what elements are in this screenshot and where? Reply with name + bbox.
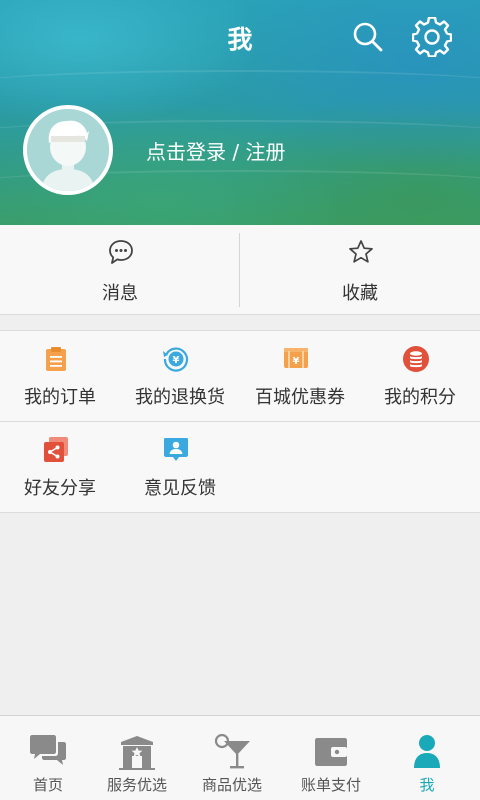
tab-home[interactable]: 首页 xyxy=(0,716,96,800)
refund-icon: ¥ xyxy=(163,347,189,372)
grid-item-share[interactable]: 好友分享 xyxy=(0,422,120,512)
grid-item-label: 我的积分 xyxy=(384,387,456,408)
settings-button[interactable] xyxy=(410,15,454,59)
tab-label: 我 xyxy=(419,776,435,794)
tab-label: 首页 xyxy=(32,776,63,794)
grid-item-label: 好友分享 xyxy=(24,478,96,499)
star-icon xyxy=(349,240,373,263)
grid-item-label: 我的订单 xyxy=(24,387,96,408)
grid-item-my-orders[interactable]: 我的订单 xyxy=(0,331,120,421)
bottom-navigation: 首页 服务优选 商品优选 账单支付 我 xyxy=(0,715,480,800)
store-icon xyxy=(119,736,155,770)
tab-label: 账单支付 xyxy=(300,776,361,794)
grid-item-label: 我的退换货 xyxy=(135,387,225,408)
favorites-button[interactable]: 收藏 xyxy=(240,225,480,315)
tab-label: 商品优选 xyxy=(201,776,262,794)
tab-products[interactable]: 商品优选 xyxy=(184,716,280,800)
wallet-icon xyxy=(315,738,347,766)
tab-service[interactable]: 服务优选 xyxy=(89,716,185,800)
chat-bubble-icon xyxy=(109,240,133,264)
svg-text:¥: ¥ xyxy=(293,356,300,367)
messages-button[interactable]: 消息 xyxy=(0,225,240,315)
grid-item-my-points[interactable]: 我的积分 xyxy=(360,331,480,421)
grid-item-my-returns[interactable]: ¥ 我的退换货 xyxy=(120,331,240,421)
clipboard-icon xyxy=(46,347,66,371)
tab-me[interactable]: 我 xyxy=(379,716,475,800)
gear-icon xyxy=(412,17,452,57)
messages-label: 消息 xyxy=(102,283,138,304)
coins-icon xyxy=(403,346,429,372)
function-grid: 我的订单 ¥ 我的退换货 ¥ 百城优惠券 我的积分 好友分享 意见反馈 xyxy=(0,330,480,513)
favorites-label: 收藏 xyxy=(342,283,378,304)
login-register-link[interactable]: 点击登录 / 注册 xyxy=(146,136,285,165)
tab-bill-payment[interactable]: 账单支付 xyxy=(283,716,379,800)
quick-actions-row: 消息 收藏 xyxy=(0,225,480,315)
person-icon xyxy=(414,735,440,768)
default-avatar-icon xyxy=(27,109,109,191)
share-icon xyxy=(44,437,68,462)
tab-label: 服务优选 xyxy=(106,776,167,794)
page-title: 我 xyxy=(227,25,253,54)
chat-icon xyxy=(30,735,66,765)
svg-text:¥: ¥ xyxy=(173,355,180,366)
coupon-icon: ¥ xyxy=(284,348,308,368)
avatar[interactable] xyxy=(23,105,113,195)
feedback-icon xyxy=(164,438,188,461)
profile-header: 我 点击登录 / 注册 xyxy=(0,0,480,225)
grid-item-label: 百城优惠券 xyxy=(255,387,345,408)
grid-item-label: 意见反馈 xyxy=(144,478,216,499)
search-icon xyxy=(353,22,383,52)
search-button[interactable] xyxy=(346,15,390,59)
cocktail-icon xyxy=(214,734,250,769)
grid-item-feedback[interactable]: 意见反馈 xyxy=(120,422,240,512)
grid-item-coupons[interactable]: ¥ 百城优惠券 xyxy=(240,331,360,421)
header-texture xyxy=(0,70,480,100)
